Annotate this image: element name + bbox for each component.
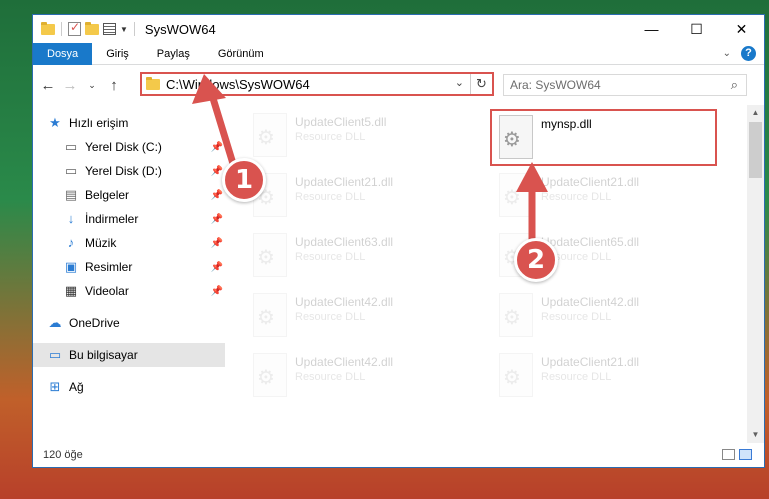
annotation-badge-2: 2 — [514, 238, 558, 282]
annotation-arrow-1 — [192, 74, 548, 252]
annotation-badge-1: 1 — [222, 158, 266, 202]
